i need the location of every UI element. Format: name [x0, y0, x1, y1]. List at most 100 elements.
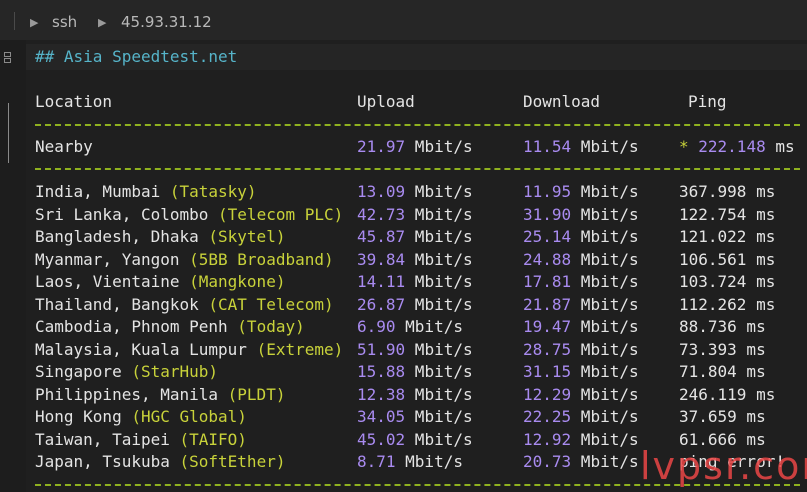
section-heading: ## Asia Speedtest.net	[35, 47, 238, 66]
download-value: 12.29	[523, 384, 572, 404]
table-row: Cambodia, Phnom Penh (Today) 6.90 Mbit/s 1…	[0, 317, 807, 339]
col-upload: Upload	[357, 92, 415, 111]
table-row: Laos, Vientaine (Mangkone) 14.11 Mbit/s 17…	[0, 272, 807, 294]
download-cell: 11.54 Mbit/s	[523, 137, 639, 156]
download-cell: 25.14 Mbit/s	[523, 227, 639, 246]
divider	[35, 124, 800, 126]
location-name: Myanmar, Yangon	[35, 249, 190, 269]
upload-unit: Mbit/s	[405, 407, 473, 426]
upload-value: 21.97	[357, 137, 406, 156]
location-name: Bangladesh, Dhaka	[35, 227, 209, 246]
watermark-logo: lvpsr.com	[640, 444, 807, 488]
upload-cell: 34.05 Mbit/s	[357, 407, 473, 426]
upload-cell: 12.38 Mbit/s	[357, 385, 473, 404]
breadcrumb-ssh[interactable]: ssh	[52, 13, 77, 31]
download-value: 25.14	[523, 227, 572, 246]
table-header: Location Upload Download Ping	[0, 92, 807, 114]
download-value: 31.90	[523, 204, 572, 224]
isp-name: (PLDT)	[227, 384, 286, 404]
isp-name: (Today)	[237, 317, 305, 336]
ping-cell: 88.736 ms	[679, 317, 766, 336]
breadcrumb-host[interactable]: 45.93.31.12	[121, 13, 212, 31]
upload-unit: Mbit/s	[395, 452, 463, 471]
download-cell: 20.73 Mbit/s	[523, 452, 639, 471]
location-cell: Japan, Tsukuba (SoftEther)	[35, 452, 285, 471]
ping-cell: 73.393 ms	[679, 339, 766, 359]
location-name: Laos, Vientaine	[35, 272, 190, 291]
location-cell: India, Mumbai (Tatasky)	[35, 182, 257, 201]
upload-value: 13.09	[357, 182, 406, 201]
location-name: Singapore	[35, 362, 132, 381]
upload-unit: Mbit/s	[405, 384, 473, 404]
upload-unit: Mbit/s	[405, 272, 473, 291]
upload-value: 6.90	[357, 317, 396, 336]
isp-name: (SoftEther)	[179, 452, 286, 471]
download-unit: Mbit/s	[571, 384, 639, 404]
upload-cell: 6.90 Mbit/s	[357, 317, 463, 336]
ping-cell: 106.561 ms	[679, 249, 776, 269]
upload-unit: Mbit/s	[405, 182, 473, 201]
ping-cell: 103.724 ms	[679, 272, 776, 291]
download-unit: Mbit/s	[571, 362, 639, 381]
download-cell: 11.95 Mbit/s	[523, 182, 639, 201]
location-name: Hong Kong	[35, 407, 132, 426]
upload-value: 15.88	[357, 362, 406, 381]
upload-unit: Mbit/s	[405, 339, 473, 359]
upload-cell: 45.02 Mbit/s	[357, 430, 473, 449]
upload-cell: 42.73 Mbit/s	[357, 205, 473, 224]
fold-marker-icon[interactable]	[4, 58, 11, 63]
upload-unit: Mbit/s	[405, 429, 473, 449]
upload-value: 39.84	[357, 249, 406, 269]
isp-name: (StarHub)	[131, 362, 219, 381]
isp-name: (CAT Telecom)	[208, 294, 334, 314]
upload-value: 51.90	[357, 339, 406, 359]
upload-unit: Mbit/s	[405, 137, 473, 156]
upload-unit: Mbit/s	[405, 227, 473, 246]
location-cell: Singapore (StarHub)	[35, 362, 218, 381]
upload-cell: 39.84 Mbit/s	[357, 250, 473, 269]
location-cell: Taiwan, Taipei (TAIFO)	[35, 430, 247, 449]
upload-unit: Mbit/s	[395, 317, 463, 336]
download-unit: Mbit/s	[571, 272, 639, 291]
location-name: Malaysia, Kuala Lumpur	[35, 339, 257, 359]
upload-cell: 45.87 Mbit/s	[357, 227, 473, 246]
location-cell: Malaysia, Kuala Lumpur (Extreme)	[35, 340, 343, 359]
location-cell: Philippines, Manila (PLDT)	[35, 385, 285, 404]
download-value: 11.95	[523, 182, 572, 201]
upload-value: 12.38	[357, 384, 406, 404]
upload-value: 26.87	[357, 294, 406, 314]
upload-value: 14.11	[357, 272, 406, 291]
download-cell: 12.92 Mbit/s	[523, 430, 639, 449]
download-value: 24.88	[523, 249, 572, 269]
upload-unit: Mbit/s	[405, 204, 473, 224]
fold-marker-icon[interactable]	[4, 52, 11, 57]
ping-value: 222.148	[688, 137, 766, 156]
terminal-tab-bar: ▶ ssh ▶ 45.93.31.12	[0, 0, 807, 40]
isp-name: (5BB Broadband)	[189, 249, 334, 269]
download-value: 21.87	[523, 294, 572, 314]
chevron-right-icon: ▶	[98, 16, 107, 29]
download-unit: Mbit/s	[571, 182, 639, 201]
table-row: Myanmar, Yangon (5BB Broadband) 39.84 Mbi…	[0, 250, 807, 272]
download-cell: 12.29 Mbit/s	[523, 385, 639, 404]
isp-name: (TAIFO)	[179, 429, 247, 449]
download-cell: 24.88 Mbit/s	[523, 250, 639, 269]
download-cell: 31.90 Mbit/s	[523, 205, 639, 224]
ping-cell: 112.262 ms	[679, 294, 776, 314]
location-cell: Myanmar, Yangon (5BB Broadband)	[35, 250, 334, 269]
download-value: 17.81	[523, 272, 572, 291]
location-cell: Laos, Vientaine (Mangkone)	[35, 272, 285, 291]
download-unit: Mbit/s	[571, 227, 639, 246]
download-unit: Mbit/s	[571, 339, 639, 359]
download-value: 31.15	[523, 362, 572, 381]
download-unit: Mbit/s	[571, 294, 639, 314]
location-cell: Thailand, Bangkok (CAT Telecom)	[35, 295, 334, 314]
upload-value: 42.73	[357, 204, 406, 224]
isp-name: (Extreme)	[256, 339, 344, 359]
download-unit: Mbit/s	[571, 249, 639, 269]
download-unit: Mbit/s	[571, 204, 639, 224]
isp-name: (Mangkone)	[189, 272, 286, 291]
table-row: Nearby 21.97 Mbit/s 11.54 Mbit/s * 222.1…	[0, 137, 807, 159]
download-value: 22.25	[523, 407, 572, 426]
download-value: 19.47	[523, 317, 572, 336]
